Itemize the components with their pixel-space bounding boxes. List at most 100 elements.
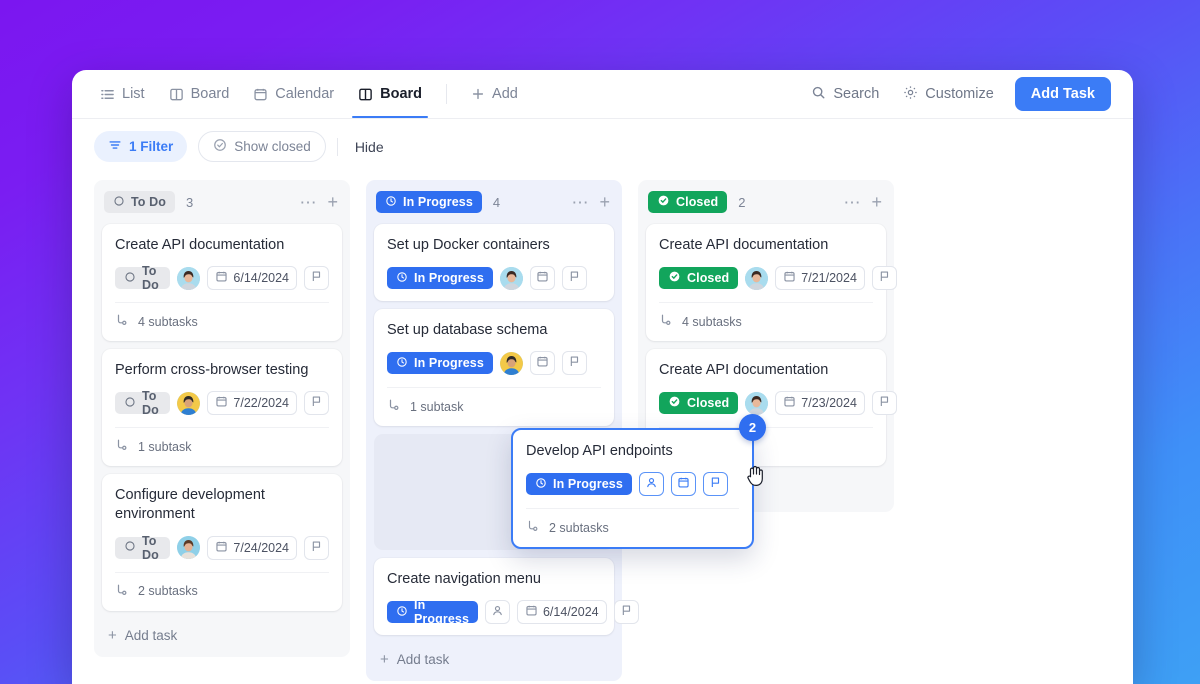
- subtask-icon: [526, 519, 540, 536]
- tab-list[interactable]: List: [90, 70, 155, 118]
- dragging-card[interactable]: 2 Develop API endpoints In Progress: [511, 428, 754, 549]
- filter-icon: [108, 138, 122, 155]
- flag-button[interactable]: [703, 472, 728, 496]
- calendar-icon: [215, 540, 228, 556]
- task-card[interactable]: Create API documentation Closed 7/21/2024 4…: [646, 224, 886, 341]
- nav-divider: [446, 84, 447, 104]
- avatar[interactable]: [745, 392, 768, 415]
- subtask-row[interactable]: 1 subtask: [387, 387, 601, 415]
- due-date-button[interactable]: 6/14/2024: [517, 600, 607, 624]
- assignee-button[interactable]: [485, 600, 510, 624]
- status-badge-label: To Do: [142, 264, 161, 292]
- status-badge[interactable]: In Progress: [526, 473, 632, 495]
- subtask-row[interactable]: 4 subtasks: [659, 302, 873, 330]
- status-badge[interactable]: In Progress: [387, 267, 493, 289]
- add-task-link-label: Add task: [125, 628, 178, 643]
- flag-button[interactable]: [304, 266, 329, 290]
- subtask-row[interactable]: 2 subtasks: [115, 572, 329, 600]
- add-task-link[interactable]: +Add task: [102, 619, 342, 649]
- status-badge[interactable]: To Do: [115, 267, 170, 289]
- card-title: Configure development environment: [115, 486, 329, 524]
- status-badge-label: To Do: [131, 195, 166, 209]
- calendar-icon: [215, 270, 228, 286]
- card-title: Create API documentation: [659, 236, 873, 255]
- flag-icon: [568, 355, 581, 371]
- due-date-button[interactable]: 6/14/2024: [207, 266, 297, 290]
- avatar[interactable]: [745, 267, 768, 290]
- card-title: Create API documentation: [115, 236, 329, 255]
- status-badge[interactable]: Closed: [648, 191, 727, 213]
- due-date-button[interactable]: 7/22/2024: [207, 391, 297, 415]
- flag-button[interactable]: [304, 536, 329, 560]
- column-more-icon[interactable]: ⋯: [571, 194, 589, 211]
- circle-icon: [113, 195, 125, 210]
- task-card[interactable]: Create navigation menuIn Progress6/14/20…: [374, 558, 614, 635]
- customize-button[interactable]: Customize: [894, 79, 1003, 110]
- avatar[interactable]: [500, 267, 523, 290]
- due-date-button[interactable]: 7/21/2024: [775, 266, 865, 290]
- add-task-button[interactable]: Add Task: [1015, 77, 1111, 111]
- flag-button[interactable]: [872, 391, 897, 415]
- flag-button[interactable]: [872, 266, 897, 290]
- subtask-row[interactable]: 2 subtasks: [526, 508, 739, 536]
- hide-button[interactable]: Hide: [349, 135, 390, 159]
- card-meta-row: To Do 6/14/2024: [115, 266, 329, 290]
- subtask-row[interactable]: 1 subtask: [115, 427, 329, 455]
- tab-board-2[interactable]: Board: [348, 70, 432, 118]
- tab-calendar[interactable]: Calendar: [243, 70, 344, 118]
- avatar[interactable]: [500, 352, 523, 375]
- tab-board-2-label: Board: [380, 86, 422, 102]
- board-column-to-do: To Do3⋯+Create API documentationTo Do6/1…: [94, 180, 350, 681]
- grab-hand-cursor: [744, 462, 770, 490]
- clock-icon: [396, 356, 408, 371]
- column-more-icon[interactable]: ⋯: [843, 194, 861, 211]
- flag-button[interactable]: [562, 266, 587, 290]
- subtask-row[interactable]: 4 subtasks: [115, 302, 329, 330]
- due-date-value: 7/21/2024: [801, 271, 857, 285]
- task-card[interactable]: Perform cross-browser testingTo Do7/22/2…: [102, 349, 342, 466]
- status-badge[interactable]: To Do: [104, 191, 175, 213]
- status-badge[interactable]: In Progress: [376, 191, 482, 213]
- status-badge-label: To Do: [142, 534, 161, 562]
- due-date-button[interactable]: [530, 351, 555, 375]
- status-badge[interactable]: To Do: [115, 537, 170, 559]
- column-header: Closed2⋯+: [646, 189, 886, 215]
- status-badge[interactable]: To Do: [115, 392, 170, 414]
- flag-button[interactable]: [614, 600, 639, 624]
- column-body: To Do3⋯+Create API documentationTo Do6/1…: [94, 180, 350, 657]
- due-date-button[interactable]: 7/24/2024: [207, 536, 297, 560]
- column-add-icon[interactable]: +: [327, 193, 338, 211]
- task-card[interactable]: Configure development environment To Do 7/…: [102, 474, 342, 610]
- due-date-button[interactable]: [530, 266, 555, 290]
- subtask-count: 2 subtasks: [138, 584, 198, 598]
- view-tabs: List Board Calendar: [90, 70, 528, 118]
- add-view-button[interactable]: Add: [461, 70, 528, 118]
- flag-button[interactable]: [562, 351, 587, 375]
- subtask-count: 2 subtasks: [549, 521, 609, 535]
- add-task-link[interactable]: +Add task: [374, 643, 614, 673]
- filter-toolbar: 1 Filter Show closed Hide: [72, 119, 1133, 174]
- task-card[interactable]: Create API documentation To Do 6/14/2024 4 …: [102, 224, 342, 341]
- status-badge[interactable]: Closed: [659, 267, 738, 289]
- status-badge[interactable]: In Progress: [387, 601, 478, 623]
- column-more-icon[interactable]: ⋯: [299, 194, 317, 211]
- status-badge[interactable]: In Progress: [387, 352, 493, 374]
- filter-button[interactable]: 1 Filter: [94, 131, 187, 162]
- search-icon: [811, 85, 826, 104]
- show-closed-toggle[interactable]: Show closed: [198, 131, 326, 162]
- due-date-button[interactable]: [671, 472, 696, 496]
- avatar[interactable]: [177, 536, 200, 559]
- search-button[interactable]: Search: [802, 79, 888, 110]
- due-date-button[interactable]: 7/23/2024: [775, 391, 865, 415]
- flag-button[interactable]: [304, 391, 329, 415]
- avatar[interactable]: [177, 392, 200, 415]
- avatar[interactable]: [177, 267, 200, 290]
- task-card[interactable]: Set up database schemaIn Progress1 subta…: [374, 309, 614, 426]
- check-circle-icon: [657, 194, 670, 210]
- tab-board-1[interactable]: Board: [159, 70, 240, 118]
- assignee-button[interactable]: [639, 472, 664, 496]
- column-add-icon[interactable]: +: [599, 193, 610, 211]
- column-add-icon[interactable]: +: [871, 193, 882, 211]
- task-card[interactable]: Set up Docker containersIn Progress: [374, 224, 614, 301]
- status-badge[interactable]: Closed: [659, 392, 738, 414]
